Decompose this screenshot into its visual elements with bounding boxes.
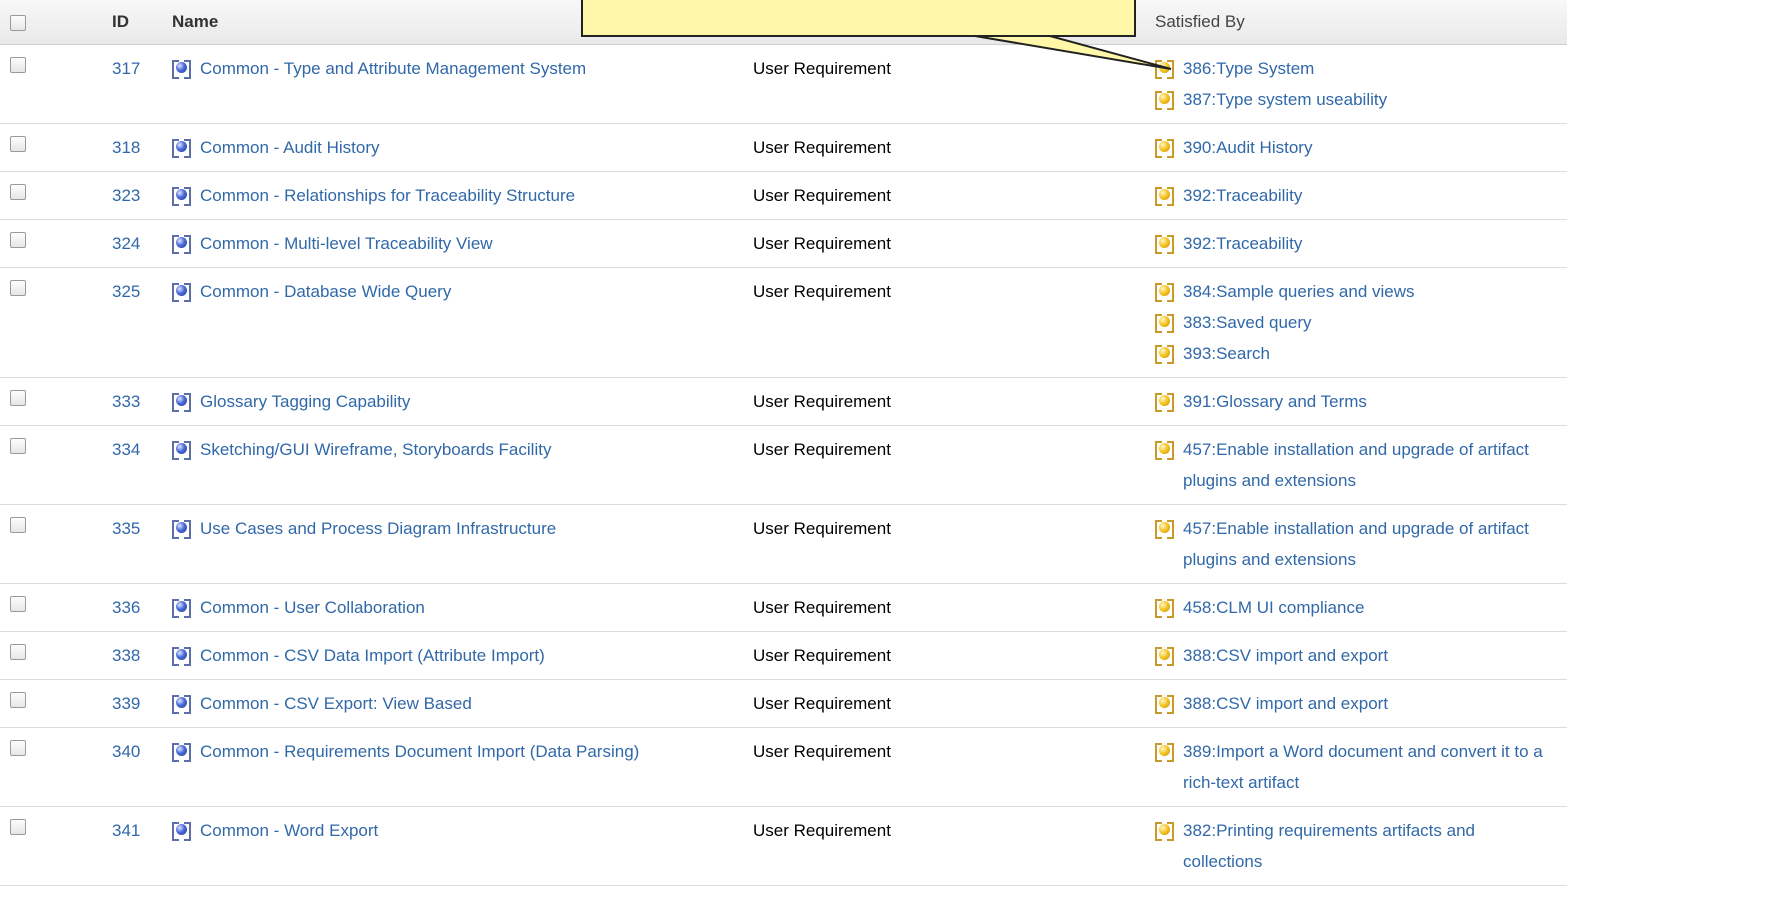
satisfied-by-item[interactable]: 458:CLM UI compliance xyxy=(1155,592,1567,623)
satisfying-artifact-icon xyxy=(1155,441,1174,460)
artifact-type-label: User Requirement xyxy=(753,646,891,665)
table-row: 339 Common - CSV Export: View Based User R… xyxy=(0,679,1567,728)
requirement-icon xyxy=(172,520,191,539)
artifact-type-label: User Requirement xyxy=(753,440,891,459)
row-checkbox[interactable] xyxy=(10,438,26,454)
requirement-icon xyxy=(172,695,191,714)
artifact-name-link[interactable]: Sketching/GUI Wireframe, Storyboards Fac… xyxy=(200,440,551,459)
requirement-icon xyxy=(172,822,191,841)
callout-annotation xyxy=(581,0,1136,37)
satisfied-by-item[interactable]: 389:Import a Word document and convert i… xyxy=(1155,736,1567,798)
table-row: 340 Common - Requirements Document Import… xyxy=(0,727,1567,807)
satisfying-artifact-icon xyxy=(1155,743,1174,762)
artifact-id-link[interactable]: 324 xyxy=(112,234,140,253)
satisfied-by-item[interactable]: 382:Printing requirements artifacts and … xyxy=(1155,815,1567,877)
row-checkbox[interactable] xyxy=(10,596,26,612)
artifact-type-label: User Requirement xyxy=(753,821,891,840)
artifact-grid-view: ID Name Artifact Type Satisfied By 317Co… xyxy=(0,0,1769,915)
satisfied-by-item[interactable]: 391:Glossary and Terms xyxy=(1155,386,1567,417)
satisfied-by-item[interactable]: 457:Enable installation and upgrade of a… xyxy=(1155,434,1567,496)
satisfied-by-link[interactable]: 388:CSV import and export xyxy=(1183,646,1388,665)
artifact-id-link[interactable]: 334 xyxy=(112,440,140,459)
satisfied-by-item[interactable]: 392:Traceability xyxy=(1155,228,1567,259)
artifact-id-link[interactable]: 341 xyxy=(112,821,140,840)
artifact-id-link[interactable]: 333 xyxy=(112,392,140,411)
row-checkbox[interactable] xyxy=(10,280,26,296)
artifact-name-link[interactable]: Common - Database Wide Query xyxy=(200,282,451,301)
requirement-icon xyxy=(172,393,191,412)
artifact-id-link[interactable]: 325 xyxy=(112,282,140,301)
satisfied-by-link[interactable]: 389:Import a Word document and convert i… xyxy=(1183,736,1545,798)
artifact-type-label: User Requirement xyxy=(753,694,891,713)
row-checkbox[interactable] xyxy=(10,517,26,533)
satisfying-artifact-icon xyxy=(1155,345,1174,364)
satisfied-by-link[interactable]: 457:Enable installation and upgrade of a… xyxy=(1183,513,1545,575)
artifact-name-link[interactable]: Common - Requirements Document Import (D… xyxy=(200,742,639,761)
satisfied-by-link[interactable]: 382:Printing requirements artifacts and … xyxy=(1183,815,1545,877)
artifact-name-link[interactable]: Glossary Tagging Capability xyxy=(200,392,410,411)
artifact-type-label: User Requirement xyxy=(753,519,891,538)
satisfying-artifact-icon xyxy=(1155,235,1174,254)
satisfying-artifact-icon xyxy=(1155,283,1174,302)
satisfied-by-link[interactable]: 391:Glossary and Terms xyxy=(1183,392,1367,411)
table-row: 338 Common - CSV Data Import (Attribute I… xyxy=(0,631,1567,680)
artifact-id-link[interactable]: 340 xyxy=(112,742,140,761)
row-checkbox[interactable] xyxy=(10,740,26,756)
row-checkbox[interactable] xyxy=(10,390,26,406)
satisfied-by-link[interactable]: 384:Sample queries and views xyxy=(1183,282,1415,301)
artifact-type-label: User Requirement xyxy=(753,742,891,761)
satisfied-by-item[interactable]: 388:CSV import and export xyxy=(1155,688,1567,719)
satisfied-by-link[interactable]: 383:Saved query xyxy=(1183,313,1312,332)
satisfied-by-item[interactable]: 388:CSV import and export xyxy=(1155,640,1567,671)
satisfied-by-link[interactable]: 393:Search xyxy=(1183,344,1270,363)
satisfying-artifact-icon xyxy=(1155,314,1174,333)
requirement-icon xyxy=(172,441,191,460)
satisfying-artifact-icon xyxy=(1155,393,1174,412)
artifact-id-link[interactable]: 338 xyxy=(112,646,140,665)
satisfied-by-item[interactable]: 457:Enable installation and upgrade of a… xyxy=(1155,513,1567,575)
row-checkbox[interactable] xyxy=(10,819,26,835)
row-checkbox[interactable] xyxy=(10,232,26,248)
artifact-name-link[interactable]: Common - Multi-level Traceability View xyxy=(200,234,493,253)
artifact-id-link[interactable]: 336 xyxy=(112,598,140,617)
table-row: 333 Glossary Tagging Capability User Requi… xyxy=(0,377,1567,426)
satisfied-by-link[interactable]: 392:Traceability xyxy=(1183,234,1302,253)
satisfied-by-item[interactable]: 384:Sample queries and views xyxy=(1155,276,1567,307)
row-checkbox[interactable] xyxy=(10,692,26,708)
satisfying-artifact-icon xyxy=(1155,822,1174,841)
table-row: 334 Sketching/GUI Wireframe, Storyboards … xyxy=(0,425,1567,505)
artifact-type-label: User Requirement xyxy=(753,282,891,301)
artifact-type-label: User Requirement xyxy=(753,598,891,617)
requirement-icon xyxy=(172,283,191,302)
artifact-type-label: User Requirement xyxy=(753,392,891,411)
requirement-icon xyxy=(172,743,191,762)
table-row: 325 Common - Database Wide Query User Requ… xyxy=(0,267,1567,378)
artifact-name-link[interactable]: Common - CSV Export: View Based xyxy=(200,694,472,713)
artifact-name-link[interactable]: Common - User Collaboration xyxy=(200,598,425,617)
table-row: 324 Common - Multi-level Traceability Vie… xyxy=(0,219,1567,268)
satisfying-artifact-icon xyxy=(1155,695,1174,714)
row-checkbox[interactable] xyxy=(10,644,26,660)
artifact-name-link[interactable]: Use Cases and Process Diagram Infrastruc… xyxy=(200,519,556,538)
table-row: 336 Common - User Collaboration User Requi… xyxy=(0,583,1567,632)
artifact-name-link[interactable]: Common - Word Export xyxy=(200,821,378,840)
requirement-icon xyxy=(172,647,191,666)
satisfying-artifact-icon xyxy=(1155,520,1174,539)
satisfying-artifact-icon xyxy=(1155,647,1174,666)
satisfied-by-link[interactable]: 388:CSV import and export xyxy=(1183,694,1388,713)
artifact-name-link[interactable]: Common - CSV Data Import (Attribute Impo… xyxy=(200,646,545,665)
table-row: 335 Use Cases and Process Diagram Infrast… xyxy=(0,504,1567,584)
satisfied-by-link[interactable]: 457:Enable installation and upgrade of a… xyxy=(1183,434,1545,496)
artifact-id-link[interactable]: 339 xyxy=(112,694,140,713)
requirement-icon xyxy=(172,235,191,254)
satisfied-by-link[interactable]: 458:CLM UI compliance xyxy=(1183,598,1364,617)
satisfied-by-item[interactable]: 383:Saved query xyxy=(1155,307,1567,338)
satisfying-artifact-icon xyxy=(1155,599,1174,618)
table-row: 341 Common - Word Export User Requirement 3… xyxy=(0,806,1567,886)
satisfied-by-item[interactable]: 393:Search xyxy=(1155,338,1567,369)
artifact-type-label: User Requirement xyxy=(753,234,891,253)
artifact-id-link[interactable]: 335 xyxy=(112,519,140,538)
requirement-icon xyxy=(172,599,191,618)
